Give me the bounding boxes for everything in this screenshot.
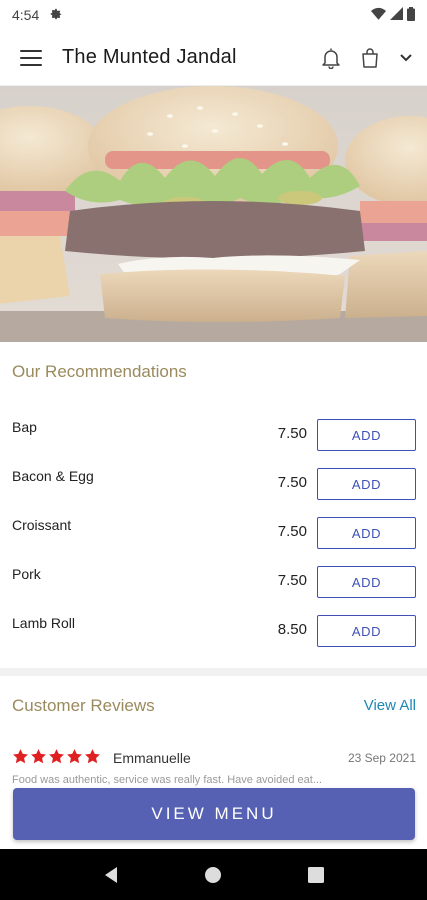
add-button[interactable]: ADD bbox=[317, 615, 416, 647]
burger-photo bbox=[0, 86, 427, 342]
gear-icon bbox=[49, 7, 63, 24]
list-item: Pork 7.50 ADD bbox=[0, 566, 427, 606]
hero-image bbox=[0, 86, 427, 342]
home-icon[interactable] bbox=[193, 855, 233, 895]
menu-icon[interactable] bbox=[20, 49, 42, 66]
review-date: 23 Sep 2021 bbox=[347, 751, 416, 765]
list-item: Lamb Roll 8.50 ADD bbox=[0, 615, 427, 655]
add-button[interactable]: ADD bbox=[317, 566, 416, 598]
recommendations-section: Our Recommendations Bap 7.50 ADD Bacon &… bbox=[0, 342, 427, 668]
bag-icon[interactable] bbox=[361, 47, 379, 68]
wifi-icon bbox=[371, 7, 386, 23]
view-all-link[interactable]: View All bbox=[364, 697, 416, 714]
bell-icon[interactable] bbox=[321, 47, 341, 69]
list-item: Bacon & Egg 7.50 ADD bbox=[0, 468, 427, 508]
review-item: Emmanuelle 23 Sep 2021 bbox=[12, 748, 416, 768]
star-icon bbox=[13, 749, 28, 764]
recents-icon[interactable] bbox=[296, 855, 336, 895]
section-divider bbox=[0, 668, 427, 676]
add-button[interactable]: ADD bbox=[317, 419, 416, 451]
item-name: Bacon & Egg bbox=[12, 468, 94, 484]
list-item: Croissant 7.50 ADD bbox=[0, 517, 427, 557]
star-rating bbox=[12, 748, 101, 765]
signal-icon bbox=[390, 7, 403, 23]
add-button[interactable]: ADD bbox=[317, 468, 416, 500]
item-price: 8.50 bbox=[277, 621, 307, 638]
reviews-title: Customer Reviews bbox=[12, 696, 155, 715]
star-icon bbox=[31, 749, 46, 764]
back-icon[interactable] bbox=[91, 855, 131, 895]
item-name: Croissant bbox=[12, 517, 72, 533]
item-price: 7.50 bbox=[277, 572, 307, 589]
list-item: Bap 7.50 ADD bbox=[0, 419, 427, 459]
add-button[interactable]: ADD bbox=[317, 517, 416, 549]
status-time: 4:54 bbox=[12, 7, 40, 23]
review-snippet: Food was authentic, service was really f… bbox=[12, 774, 322, 786]
system-nav-bar bbox=[0, 849, 427, 900]
battery-icon bbox=[407, 6, 415, 24]
page-title: The Munted Jandal bbox=[62, 46, 237, 68]
item-price: 7.50 bbox=[277, 523, 307, 540]
chevron-down-icon[interactable] bbox=[399, 53, 413, 63]
item-name: Bap bbox=[12, 419, 37, 435]
app-bar: The Munted Jandal bbox=[0, 30, 427, 86]
recommendations-title: Our Recommendations bbox=[12, 362, 187, 381]
view-menu-button[interactable]: VIEW MENU bbox=[13, 788, 415, 840]
status-bar: 4:54 bbox=[0, 0, 427, 30]
star-icon bbox=[85, 749, 100, 764]
item-price: 7.50 bbox=[277, 425, 307, 442]
item-name: Lamb Roll bbox=[12, 615, 76, 631]
star-icon bbox=[67, 749, 82, 764]
star-icon bbox=[49, 749, 64, 764]
reviewer-name: Emmanuelle bbox=[113, 750, 191, 766]
item-name: Pork bbox=[12, 566, 41, 582]
item-price: 7.50 bbox=[277, 474, 307, 491]
